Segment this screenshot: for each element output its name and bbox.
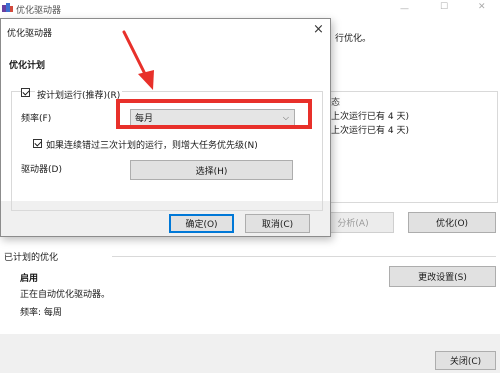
list-header: 态 [331,98,341,108]
defrag-app-icon [2,2,13,13]
schedule-frequency-text: 频率: 每周 [20,308,62,318]
schedule-status-text: 正在自动优化驱动器。 [20,290,111,300]
run-on-schedule-label[interactable]: 按计划运行(推荐)(R) [35,88,123,101]
scheduled-section-label: 已计划的优化 [4,253,59,263]
maximize-icon[interactable]: ☐ [440,2,448,12]
dialog-titlebar: 优化驱动器 × [1,19,330,43]
section-heading: 优化计划 [9,61,46,71]
optimize-button[interactable]: 优化(O) [408,212,496,233]
close-icon[interactable]: × [313,22,324,37]
window-footer [0,334,500,373]
list-item[interactable]: 上次运行已有 4 天) [331,109,409,122]
close-button[interactable]: 关闭(C) [435,351,496,370]
frequency-label: 频率(F) [21,114,52,124]
window-close-icon[interactable]: ✕ [478,2,486,12]
annotation-highlight-box [116,99,312,129]
increase-priority-label[interactable]: 如果连续错过三次计划的运行，则增大任务优先级(N) [46,138,258,151]
ok-button[interactable]: 确定(O) [169,214,234,233]
drive-list[interactable]: 态 上次运行已有 4 天) 上次运行已有 4 天) [320,91,498,203]
schedule-status-title: 启用 [20,274,39,284]
minimize-icon[interactable]: — [400,4,409,14]
background-window-title: 优化驱动器 [16,6,62,16]
change-settings-button[interactable]: 更改设置(S) [389,266,496,287]
dialog-title: 优化驱动器 [7,29,53,39]
list-item[interactable]: 上次运行已有 4 天) [331,123,409,136]
choose-drives-button[interactable]: 选择(H) [130,160,293,180]
intro-text: 行优化。 [335,34,372,44]
increase-priority-checkbox[interactable] [33,139,42,148]
section-divider [112,256,496,257]
cancel-button[interactable]: 取消(C) [245,214,310,233]
background-titlebar: 优化驱动器 — ☐ ✕ [0,0,500,18]
drives-label: 驱动器(D) [21,165,62,175]
annotation-arrow-icon [122,30,154,90]
run-on-schedule-checkbox[interactable] [21,88,30,97]
